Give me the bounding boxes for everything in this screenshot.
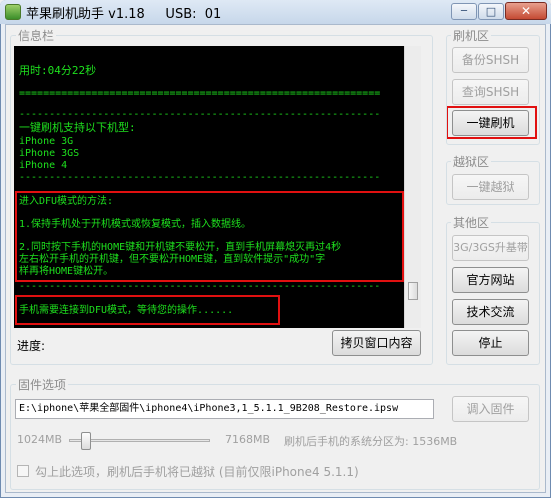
other-group-label: 其他区 (451, 214, 492, 231)
log-line: iPhone 3G (19, 136, 74, 147)
partition-size-text: 刷机后手机的系统分区为: 1536MB (284, 435, 458, 448)
partition-slider-thumb[interactable] (81, 432, 91, 450)
log-line: iPhone 4 (19, 160, 68, 171)
upgrade-baseband-button[interactable]: 3G/3GS升基带 (452, 235, 529, 261)
maximize-button[interactable]: □ (478, 3, 504, 20)
log-line: ========================================… (19, 88, 381, 99)
backup-shsh-button[interactable]: 备份SHSH (452, 47, 529, 73)
flash-group-label: 刷机区 (451, 27, 492, 44)
minimize-button[interactable]: ─ (451, 3, 477, 20)
query-shsh-button[interactable]: 查询SHSH (452, 79, 529, 105)
import-firmware-button[interactable]: 调入固件 (452, 396, 529, 422)
maximize-icon: □ (485, 5, 497, 18)
jailbreak-checkbox[interactable] (17, 465, 29, 477)
partition-min-label: 1024MB (17, 433, 63, 446)
log-line: ----------------------------------------… (19, 281, 381, 292)
jailbreak-checkbox-label: 勾上此选项，刷机后手机将已越狱 (目前仅限iPhone4 5.1.1) (35, 465, 359, 479)
console-scrollbar[interactable] (404, 46, 421, 328)
tech-talk-button[interactable]: 技术交流 (452, 299, 529, 325)
partition-max-label: 7168MB (225, 433, 271, 446)
firmware-path-field[interactable]: E:\iphone\苹果全部固件\iphone4\iPhone3,1_5.1.1… (15, 399, 434, 419)
stop-button[interactable]: 停止 (452, 330, 529, 356)
jailbreak-group-label: 越狱区 (451, 153, 492, 170)
scrollbar-thumb[interactable] (408, 282, 418, 300)
minimize-icon: ─ (460, 6, 468, 17)
log-line: 用时:04分22秒 (19, 64, 97, 77)
firmware-group-label: 固件选项 (16, 376, 69, 393)
log-line: ----------------------------------------… (19, 172, 381, 183)
log-line: 一键刷机支持以下机型: (19, 121, 136, 134)
progress-label: 进度: (17, 339, 46, 353)
one-click-flash-button[interactable]: 一键刷机 (452, 110, 529, 136)
dfu-instructions-highlight (15, 191, 404, 282)
copy-window-button[interactable]: 拷贝窗口内容 (332, 330, 421, 356)
log-line: iPhone 3GS (19, 148, 80, 159)
close-icon: ✕ (520, 4, 532, 18)
log-line: ----------------------------------------… (19, 109, 381, 120)
window-title: 苹果刷机助手 v1.18 USB: 01 (26, 7, 222, 22)
close-button[interactable]: ✕ (505, 2, 547, 20)
one-click-jailbreak-button[interactable]: 一键越狱 (452, 174, 529, 200)
status-highlight (15, 295, 280, 325)
log-console: 用时:04分22秒 ==============================… (14, 46, 408, 328)
official-site-button[interactable]: 官方网站 (452, 267, 529, 293)
info-group-label: 信息栏 (16, 27, 57, 44)
app-icon (5, 4, 21, 20)
